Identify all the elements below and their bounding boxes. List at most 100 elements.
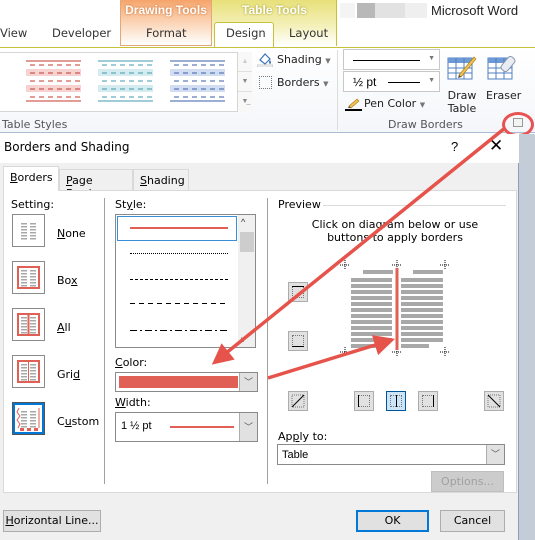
title-blur: [405, 3, 427, 18]
line-weight-value: ½ pt: [353, 75, 377, 89]
apply-to-select[interactable]: Table ﹀: [277, 444, 505, 465]
preview-diagram[interactable]: [335, 260, 455, 360]
text-bar: [21, 379, 27, 381]
shading-label: Shading: [277, 53, 322, 66]
tab-layout[interactable]: Layout: [289, 26, 328, 40]
top-border-button[interactable]: [288, 282, 308, 302]
gallery-down-button[interactable]: ▼: [238, 72, 252, 92]
setting-custom-button[interactable]: [12, 402, 45, 435]
chevron-down-icon[interactable]: ﹀: [239, 413, 257, 441]
text-bar: [401, 344, 429, 348]
pen-color-icon: [345, 97, 362, 111]
tab-label: hading: [146, 174, 185, 187]
text-bar: [21, 376, 27, 378]
text-bar: [30, 317, 36, 319]
label-part: C: [57, 415, 65, 428]
setting-grid-button[interactable]: [12, 355, 45, 388]
border-icon: [292, 335, 304, 347]
label-part: St: [115, 198, 127, 211]
text-bar: [21, 285, 27, 287]
setting-grid-label[interactable]: Grid: [57, 368, 80, 381]
ribbon: Drawing Tools Table Tools Microsoft Word…: [0, 0, 535, 137]
border-icon: [422, 395, 434, 407]
text-bar: [401, 308, 443, 312]
help-button[interactable]: ?: [451, 139, 458, 154]
draw-table-button[interactable]: Draw Table: [446, 89, 478, 115]
tab-design[interactable]: Design: [226, 26, 266, 40]
setting-all-button[interactable]: [12, 308, 45, 341]
ok-button[interactable]: OK: [356, 510, 429, 532]
horizontal-line-button[interactable]: Horizontal Line...: [3, 510, 101, 532]
inside-vertical-icon: [396, 395, 397, 407]
tab-format[interactable]: Format: [146, 26, 187, 40]
tab-page-border[interactable]: Page Border: [59, 169, 133, 200]
eraser-icon: [487, 54, 519, 81]
draw-table-icon: [447, 54, 477, 81]
tab-label: orders: [17, 171, 53, 184]
setting-none-icon: [21, 223, 36, 240]
text-bar: [351, 338, 392, 342]
shading-button[interactable]: Shading ▼: [277, 53, 331, 66]
gallery-scrollbar[interactable]: ▲ ▼ ▼̲: [237, 52, 252, 112]
text-bar: [30, 285, 36, 287]
line-weight-combo[interactable]: ½ pt ▼: [343, 71, 440, 92]
style-item-dash-dot[interactable]: [130, 330, 228, 331]
left-border-button[interactable]: [354, 391, 374, 411]
width-combo[interactable]: 1 ½ pt ﹀: [115, 412, 258, 442]
text-bar: [30, 273, 36, 275]
eraser-button[interactable]: Eraser: [486, 89, 521, 102]
style-item-dashed-large[interactable]: [130, 303, 228, 304]
diagonal-up-border-button[interactable]: [288, 391, 308, 411]
text-bar: [21, 420, 27, 422]
setting-box-label[interactable]: Box: [57, 274, 77, 287]
tab-shading[interactable]: Shading: [133, 169, 189, 191]
setting-box-icon: [17, 266, 40, 289]
cancel-button[interactable]: Cancel: [440, 510, 505, 532]
setting-all-label[interactable]: All: [57, 321, 71, 334]
chevron-down-icon[interactable]: ﹀: [239, 373, 257, 391]
options-button[interactable]: Options...: [431, 471, 504, 492]
custom-bottom-dash: [34, 428, 38, 431]
inside-horizontal-border-button[interactable]: [288, 331, 308, 351]
text-bar: [30, 414, 36, 416]
close-button[interactable]: ✕: [489, 136, 503, 156]
right-border-button[interactable]: [418, 391, 438, 411]
text-bar: [351, 314, 392, 318]
diagonal-down-border-button[interactable]: [484, 391, 504, 411]
label-mnemonic: C: [115, 356, 123, 369]
text-bar: [401, 332, 443, 336]
text-bar: [401, 320, 443, 324]
scroll-down-icon[interactable]: v: [241, 335, 245, 344]
table-tools-label: Table Tools: [242, 3, 307, 17]
style-item-dashed-small[interactable]: [130, 279, 228, 280]
setting-custom-label[interactable]: Custom: [57, 415, 99, 428]
pen-color-button[interactable]: Pen Color ▼: [364, 97, 425, 110]
inside-vertical-border-button[interactable]: [386, 391, 406, 411]
text-bar: [30, 279, 36, 281]
setting-none-button[interactable]: [12, 214, 45, 247]
draw-table-label-line2: Table: [447, 102, 477, 115]
color-combo[interactable]: ﹀: [115, 372, 258, 392]
tab-view[interactable]: View: [0, 26, 27, 40]
label-mnemonic: N: [57, 227, 66, 240]
label-part: ll: [64, 321, 71, 334]
tab-borders[interactable]: Borders: [3, 166, 59, 191]
chevron-down-icon[interactable]: ﹀: [486, 445, 504, 464]
border-icon: [292, 286, 304, 298]
style-item-dotted[interactable]: [130, 253, 228, 254]
borders-button[interactable]: Borders ▼: [277, 76, 329, 89]
setting-box-button[interactable]: [12, 261, 45, 294]
tab-developer[interactable]: Developer: [52, 26, 111, 40]
gallery-more-button[interactable]: ▼̲: [238, 92, 252, 112]
setting-none-label[interactable]: None: [57, 227, 86, 240]
text-bar: [21, 282, 27, 284]
line-style-combo[interactable]: ▼: [343, 49, 440, 70]
shading-icon: [256, 52, 274, 68]
chevron-down-icon: ▼: [428, 55, 435, 62]
gallery-up-button[interactable]: ▲: [238, 52, 252, 72]
label-mnemonic: W: [115, 396, 126, 409]
scroll-up-icon[interactable]: ^: [241, 217, 245, 227]
text-bar: [21, 317, 27, 319]
style-scroll-thumb[interactable]: [240, 232, 254, 252]
text-bar: [351, 332, 392, 336]
